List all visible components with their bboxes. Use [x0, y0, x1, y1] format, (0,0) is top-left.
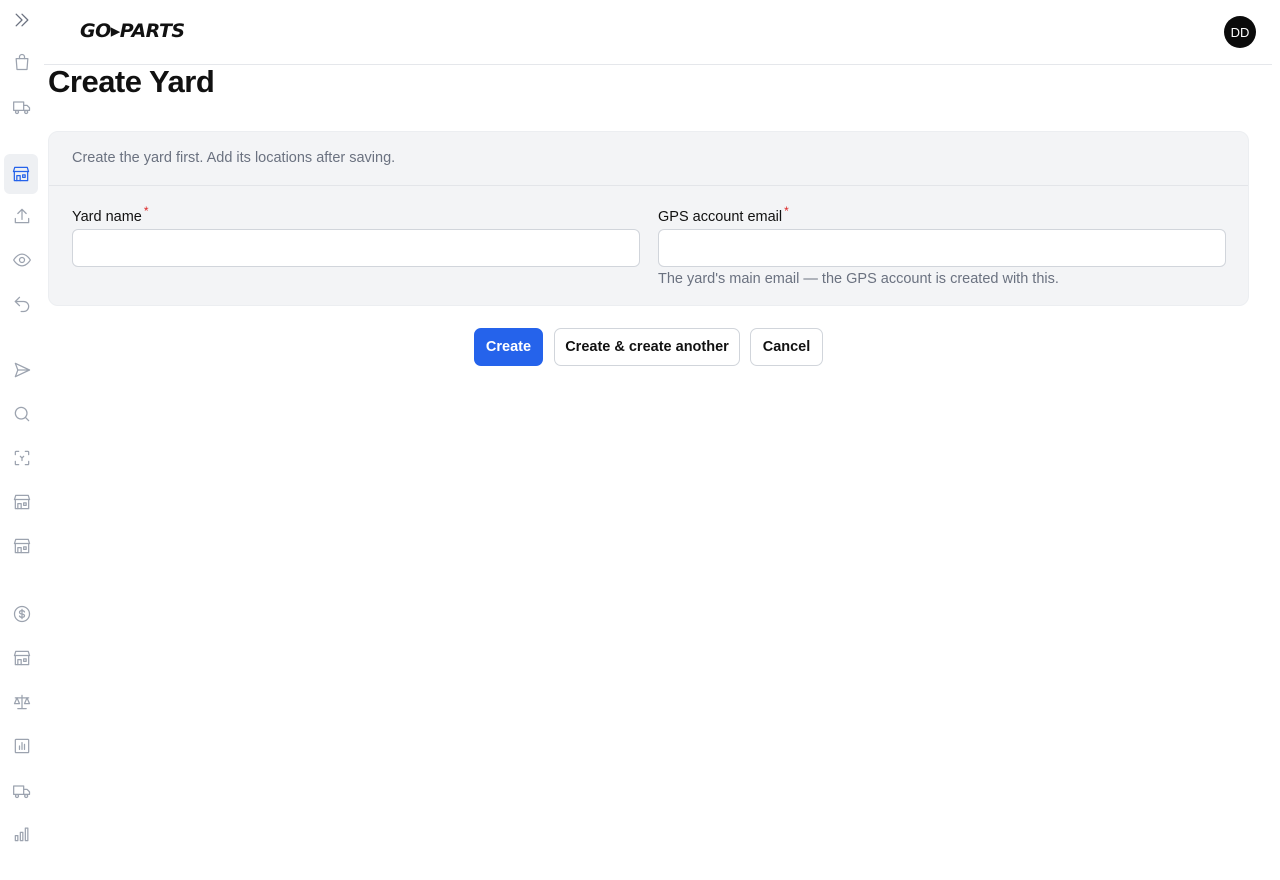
- sidebar-item-store-3[interactable]: [6, 530, 38, 562]
- sidebar-item-yards[interactable]: [4, 154, 38, 194]
- required-mark: *: [784, 204, 789, 218]
- goparts-logo[interactable]: GO▸PARTS: [80, 20, 185, 42]
- top-header: GO▸PARTS DD: [44, 0, 1272, 65]
- user-avatar[interactable]: DD: [1224, 16, 1256, 48]
- sidebar-item-upload[interactable]: [6, 200, 38, 232]
- sidebar-item-reports[interactable]: [6, 730, 38, 762]
- create-another-button[interactable]: Create & create another: [554, 328, 740, 366]
- bar-chart-2-icon: [14, 827, 29, 842]
- shopping-bag-icon: [15, 53, 29, 71]
- card-divider: [49, 185, 1248, 186]
- cancel-button[interactable]: Cancel: [750, 328, 823, 366]
- truck-icon: [13, 785, 31, 799]
- truck-icon: [13, 101, 31, 115]
- yard-form-card: Create the yard first. Add its locations…: [48, 131, 1249, 306]
- sidebar-item-orders[interactable]: [6, 46, 38, 78]
- upload-icon: [14, 208, 30, 224]
- sidebar-item-scan[interactable]: [6, 442, 38, 474]
- storefront-icon: [13, 494, 31, 510]
- eye-icon: [13, 253, 31, 267]
- undo-icon: [14, 296, 30, 313]
- sidebar-item-disputes[interactable]: [6, 686, 38, 718]
- scale-icon: [13, 694, 31, 710]
- sidebar-item-analytics[interactable]: [6, 818, 38, 850]
- sidebar-item-search[interactable]: [6, 398, 38, 430]
- sidebar-item-watch[interactable]: [6, 244, 38, 276]
- gps-email-label: GPS account email *: [658, 204, 789, 225]
- gps-email-label-text: GPS account email: [658, 209, 783, 225]
- dollar-circle-icon: [13, 605, 31, 623]
- form-description: Create the yard first. Add its locations…: [72, 150, 396, 166]
- sidebar-item-payments[interactable]: [6, 598, 38, 630]
- send-icon: [14, 362, 31, 378]
- storefront-icon: [12, 166, 30, 182]
- sidebar-item-returns[interactable]: [6, 288, 38, 320]
- sidebar-item-delivery[interactable]: [6, 775, 38, 807]
- chevrons-right-icon: [15, 13, 29, 27]
- yard-name-label: Yard name *: [72, 204, 149, 225]
- sidebar-item-store-2[interactable]: [6, 486, 38, 518]
- search-icon: [14, 406, 30, 422]
- sidebar-item-store-4[interactable]: [6, 642, 38, 674]
- sidebar-item-send[interactable]: [6, 354, 38, 386]
- required-mark: *: [143, 204, 149, 218]
- sidebar-item-shipping[interactable]: [6, 91, 38, 123]
- page-title: Create Yard: [48, 64, 215, 99]
- gps-email-input[interactable]: [658, 229, 1226, 267]
- create-button[interactable]: Create: [474, 328, 543, 366]
- gps-email-help: The yard's main email — the GPS account …: [658, 271, 1059, 287]
- sidebar: [0, 0, 44, 880]
- scan-icon: [14, 450, 30, 466]
- bar-chart-icon: [14, 738, 30, 754]
- storefront-icon: [13, 538, 31, 554]
- yard-name-label-text: Yard name: [72, 209, 142, 225]
- storefront-icon: [13, 650, 31, 666]
- sidebar-toggle[interactable]: [6, 4, 38, 36]
- yard-name-input[interactable]: [72, 229, 640, 267]
